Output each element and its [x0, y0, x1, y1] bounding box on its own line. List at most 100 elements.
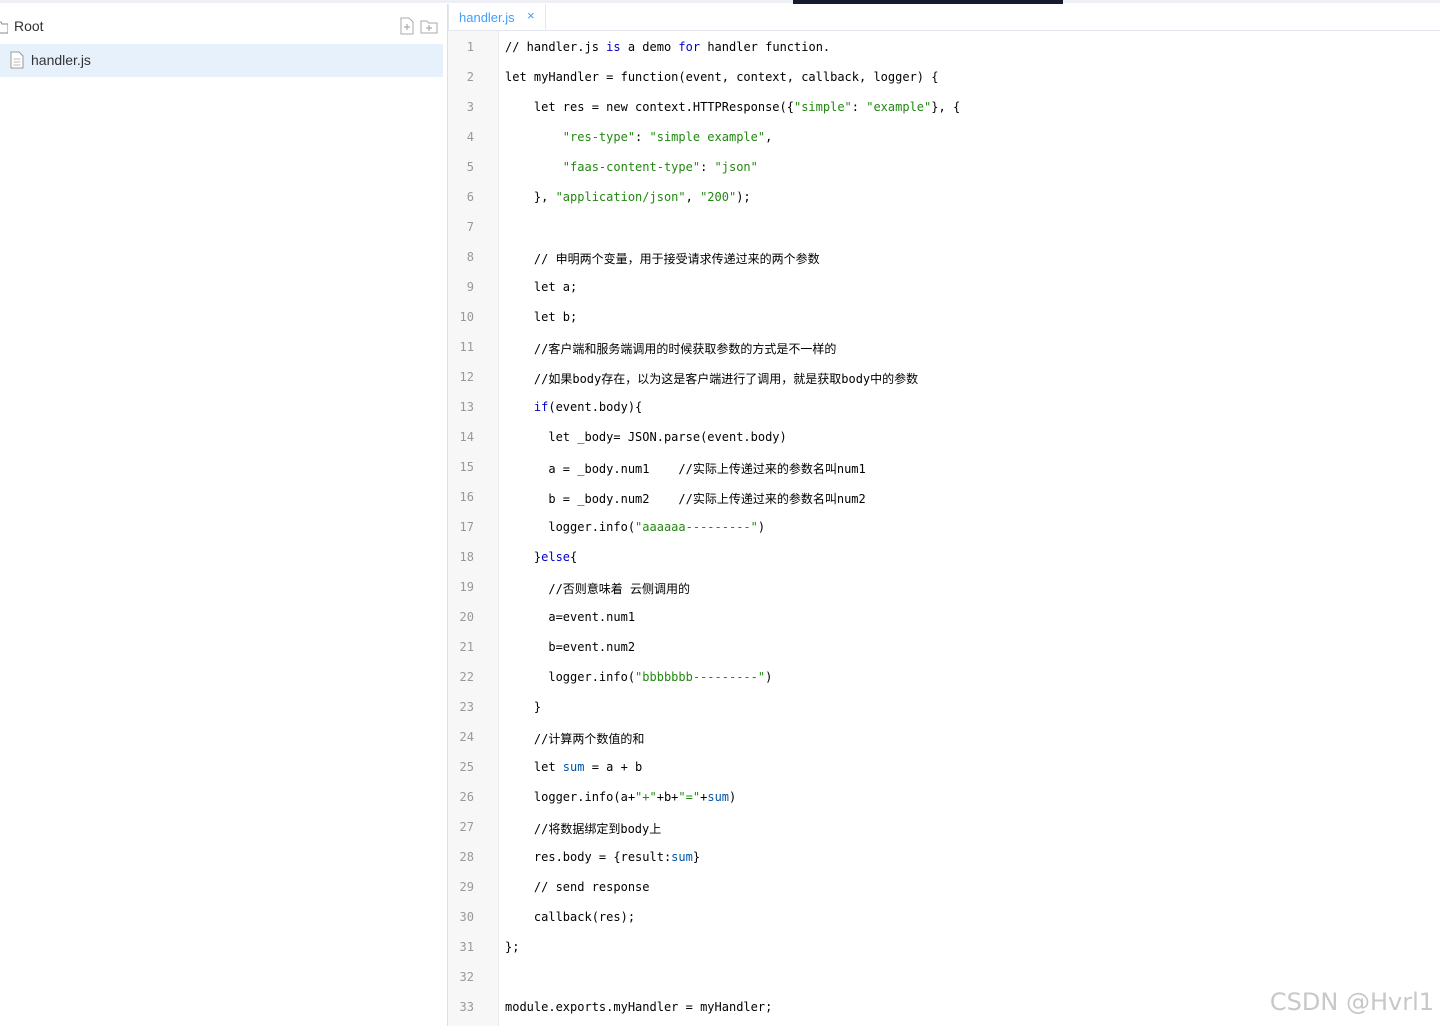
code-text: a = _body.num1 //实际上传递过来的参数名叫num1 — [505, 462, 866, 476]
code-text: //客户端和服务端调用的时候获取参数的方式是不一样的 — [505, 342, 837, 356]
code-text: //否则意味着 云侧调用的 — [505, 582, 691, 596]
new-folder-icon[interactable] — [420, 17, 438, 35]
tab-label: handler.js — [459, 10, 515, 25]
code-line[interactable]: 9 let a; — [448, 271, 1440, 301]
line-number: 2 — [466, 70, 474, 84]
code-text: let a; — [505, 280, 578, 294]
code-line[interactable]: 10 let b; — [448, 301, 1440, 331]
code-text: let _body= JSON.parse(event.body) — [505, 430, 787, 444]
line-number: 1 — [466, 40, 474, 54]
line-number: 30 — [459, 910, 474, 924]
line-number: 10 — [459, 310, 474, 324]
tree-root[interactable]: Root — [0, 14, 447, 40]
code-line[interactable]: 18 }else{ — [448, 541, 1440, 571]
code-line[interactable]: 28 res.body = {result:sum} — [448, 841, 1440, 871]
code-line[interactable]: 14 let _body= JSON.parse(event.body) — [448, 421, 1440, 451]
code-line[interactable]: 11 //客户端和服务端调用的时候获取参数的方式是不一样的 — [448, 331, 1440, 361]
code-line[interactable]: 8 // 申明两个变量，用于接受请求传递过来的两个参数 — [448, 241, 1440, 271]
code-line[interactable]: 21 b=event.num2 — [448, 631, 1440, 661]
code-line[interactable]: 26 logger.info(a+"+"+b+"="+sum) — [448, 781, 1440, 811]
line-number: 27 — [459, 820, 474, 834]
code-text: }, "application/json", "200"); — [505, 190, 751, 204]
code-text: let b; — [505, 310, 578, 324]
line-number: 25 — [459, 760, 474, 774]
line-number: 12 — [459, 370, 474, 384]
code-line[interactable]: 23 } — [448, 691, 1440, 721]
line-number: 32 — [459, 970, 474, 984]
new-file-icon[interactable] — [398, 17, 416, 35]
line-number: 3 — [466, 100, 474, 114]
code-line[interactable]: 16 b = _body.num2 //实际上传递过来的参数名叫num2 — [448, 481, 1440, 511]
code-editor: handler.js × 1 // handler.js is a demo fo… — [448, 4, 1440, 1026]
code-line[interactable]: 29 // send response — [448, 871, 1440, 901]
line-number: 21 — [459, 640, 474, 654]
code-text: res.body = {result:sum} — [505, 850, 701, 864]
line-number: 4 — [466, 130, 474, 144]
line-number: 17 — [459, 520, 474, 534]
code-text: a=event.num1 — [505, 610, 636, 624]
code-line[interactable]: 13 if(event.body){ — [448, 391, 1440, 421]
line-number: 7 — [466, 220, 474, 234]
code-line[interactable]: 1 // handler.js is a demo for handler fun… — [448, 31, 1440, 61]
line-number: 22 — [459, 670, 474, 684]
line-number: 13 — [459, 400, 474, 414]
line-number: 28 — [459, 850, 474, 864]
close-icon[interactable]: × — [527, 8, 535, 23]
code-line[interactable]: 20 a=event.num1 — [448, 601, 1440, 631]
code-line[interactable]: 24 //计算两个数值的和 — [448, 721, 1440, 751]
line-number: 33 — [459, 1000, 474, 1014]
code-line[interactable]: 2 let myHandler = function(event, context… — [448, 61, 1440, 91]
code-line[interactable]: 4 "res-type": "simple example", — [448, 121, 1440, 151]
code-text: logger.info("bbbbbbb---------") — [505, 670, 773, 684]
line-number: 24 — [459, 730, 474, 744]
code-line[interactable]: 6 }, "application/json", "200"); — [448, 181, 1440, 211]
code-line[interactable]: 19 //否则意味着 云侧调用的 — [448, 571, 1440, 601]
line-number: 19 — [459, 580, 474, 594]
code-text: logger.info(a+"+"+b+"="+sum) — [505, 790, 737, 804]
code-text: "res-type": "simple example", — [562, 130, 773, 144]
code-line[interactable]: 7 — [448, 211, 1440, 241]
line-number: 16 — [459, 490, 474, 504]
code-line[interactable]: 15 a = _body.num1 //实际上传递过来的参数名叫num1 — [448, 451, 1440, 481]
line-number: 14 — [459, 430, 474, 444]
code-line[interactable]: 31}; — [448, 931, 1440, 961]
line-number: 29 — [459, 880, 474, 894]
code-text: "faas-content-type": "json" — [562, 160, 758, 174]
code-text: let myHandler = function(event, context,… — [505, 70, 939, 84]
file-icon — [10, 51, 24, 69]
line-number: 31 — [459, 940, 474, 954]
code-text: }; — [505, 940, 520, 954]
watermark: CSDN @Hvrl1 — [1269, 988, 1434, 1016]
code-text: let res = new context.HTTPResponse({"sim… — [505, 100, 961, 114]
line-number: 20 — [459, 610, 474, 624]
line-number: 26 — [459, 790, 474, 804]
line-number: 6 — [466, 190, 474, 204]
code-line[interactable]: 27 //将数据绑定到body上 — [448, 811, 1440, 841]
code-line[interactable]: 5 "faas-content-type": "json" — [448, 151, 1440, 181]
code-line[interactable]: 12 //如果body存在，以为这是客户端进行了调用，就是获取body中的参数 — [448, 361, 1440, 391]
code-text: if(event.body){ — [533, 400, 643, 414]
code-line[interactable]: 25 let sum = a + b — [448, 751, 1440, 781]
line-number: 9 — [466, 280, 474, 294]
code-text: // handler.js is a demo for handler func… — [505, 40, 831, 54]
code-line[interactable]: 22 logger.info("bbbbbbb---------") — [448, 661, 1440, 691]
code-area[interactable]: 1 // handler.js is a demo for handler fun… — [448, 31, 1440, 1026]
code-line[interactable]: 17 logger.info("aaaaaa---------") — [448, 511, 1440, 541]
line-number: 18 — [459, 550, 474, 564]
tab-handler-js[interactable]: handler.js × — [448, 4, 546, 30]
tree-item-label: handler.js — [31, 52, 91, 68]
code-line[interactable]: 3 let res = new context.HTTPResponse({"s… — [448, 91, 1440, 121]
code-text: } — [505, 700, 542, 714]
line-number: 8 — [466, 250, 474, 264]
code-text: b=event.num2 — [505, 640, 636, 654]
line-number: 23 — [459, 700, 474, 714]
code-text: // send response — [505, 880, 650, 894]
code-text: let sum = a + b — [505, 760, 643, 774]
code-text: module.exports.myHandler = myHandler; — [505, 1000, 773, 1014]
code-line[interactable]: 30 callback(res); — [448, 901, 1440, 931]
tree-item-handler-js[interactable]: handler.js — [0, 44, 443, 77]
code-line[interactable]: 32 — [448, 961, 1440, 991]
code-text: logger.info("aaaaaa---------") — [505, 520, 766, 534]
code-text: // 申明两个变量，用于接受请求传递过来的两个参数 — [505, 252, 820, 266]
code-text: //如果body存在，以为这是客户端进行了调用，就是获取body中的参数 — [505, 372, 919, 386]
